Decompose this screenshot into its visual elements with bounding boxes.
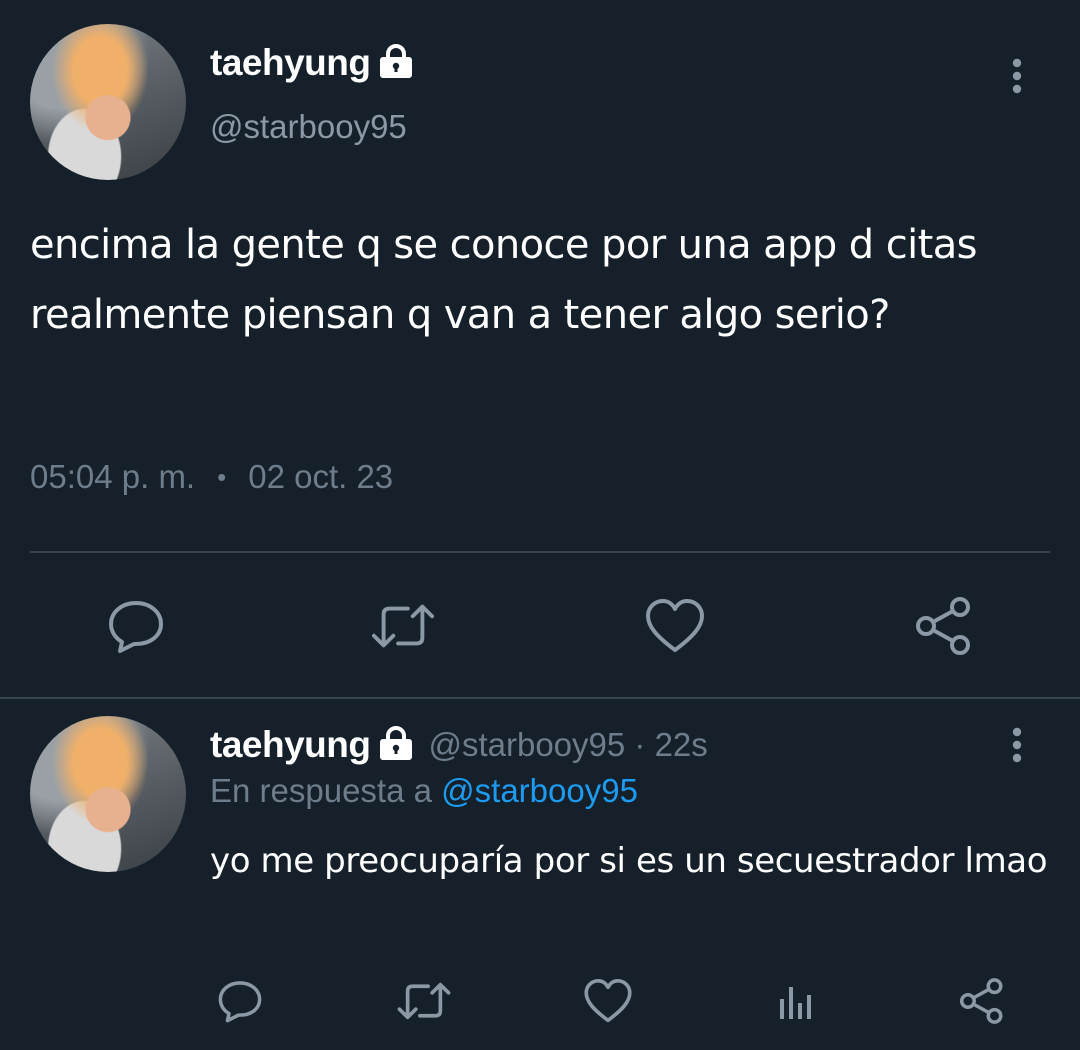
- like-button[interactable]: [643, 596, 707, 656]
- like-icon: [584, 979, 632, 1023]
- display-name[interactable]: taehyung: [210, 724, 371, 766]
- retweet-button[interactable]: [396, 976, 452, 1026]
- reply-mention-link[interactable]: @starbooy95: [441, 772, 638, 809]
- main-tweet: taehyung @starbooy95 encima la gente q s…: [0, 0, 1080, 697]
- share-button[interactable]: [912, 596, 976, 656]
- tweet-time: 05:04 p. m.: [30, 458, 196, 495]
- reply-button[interactable]: [212, 976, 268, 1026]
- meta-separator: •: [217, 461, 227, 492]
- avatar[interactable]: [30, 24, 186, 180]
- reply-icon: [218, 981, 262, 1023]
- share-icon: [959, 978, 1003, 1024]
- like-icon: [646, 599, 704, 652]
- like-button[interactable]: [580, 976, 636, 1026]
- lock-icon: [376, 726, 416, 764]
- analytics-button[interactable]: [768, 976, 824, 1026]
- display-name[interactable]: taehyung: [210, 42, 371, 84]
- reply-prefix: En respuesta a: [210, 772, 432, 809]
- retweet-icon: [397, 982, 451, 1020]
- lock-icon: [376, 44, 416, 82]
- reply-author-row: taehyung @starbooy95 · 22s: [210, 724, 708, 766]
- handle-and-time: @starbooy95 · 22s: [428, 726, 708, 763]
- tweet-timestamp[interactable]: 05:04 p. m. • 02 oct. 23: [30, 458, 393, 496]
- retweet-button[interactable]: [371, 596, 435, 656]
- tweet-text: encima la gente q se conoce por una app …: [30, 222, 977, 338]
- reply-context: En respuesta a @starbooy95: [210, 772, 638, 810]
- tweet-date: 02 oct. 23: [248, 458, 394, 495]
- reply-text: yo me preocuparía por si es un secuestra…: [210, 841, 1048, 881]
- reply-icon: [109, 601, 163, 653]
- handle[interactable]: @starbooy95: [210, 108, 407, 146]
- section-divider: [0, 697, 1080, 699]
- author-name-row: taehyung: [210, 42, 416, 84]
- share-button[interactable]: [954, 976, 1010, 1026]
- divider: [30, 551, 1050, 553]
- tweet-detail-page: taehyung @starbooy95 encima la gente q s…: [0, 0, 1080, 1050]
- analytics-icon: [780, 987, 811, 1019]
- more-options-icon[interactable]: [1012, 727, 1022, 763]
- more-options-icon[interactable]: [1012, 58, 1022, 94]
- retweet-icon: [371, 604, 435, 648]
- reply-button[interactable]: [104, 596, 168, 656]
- avatar[interactable]: [30, 716, 186, 872]
- share-icon: [916, 597, 970, 655]
